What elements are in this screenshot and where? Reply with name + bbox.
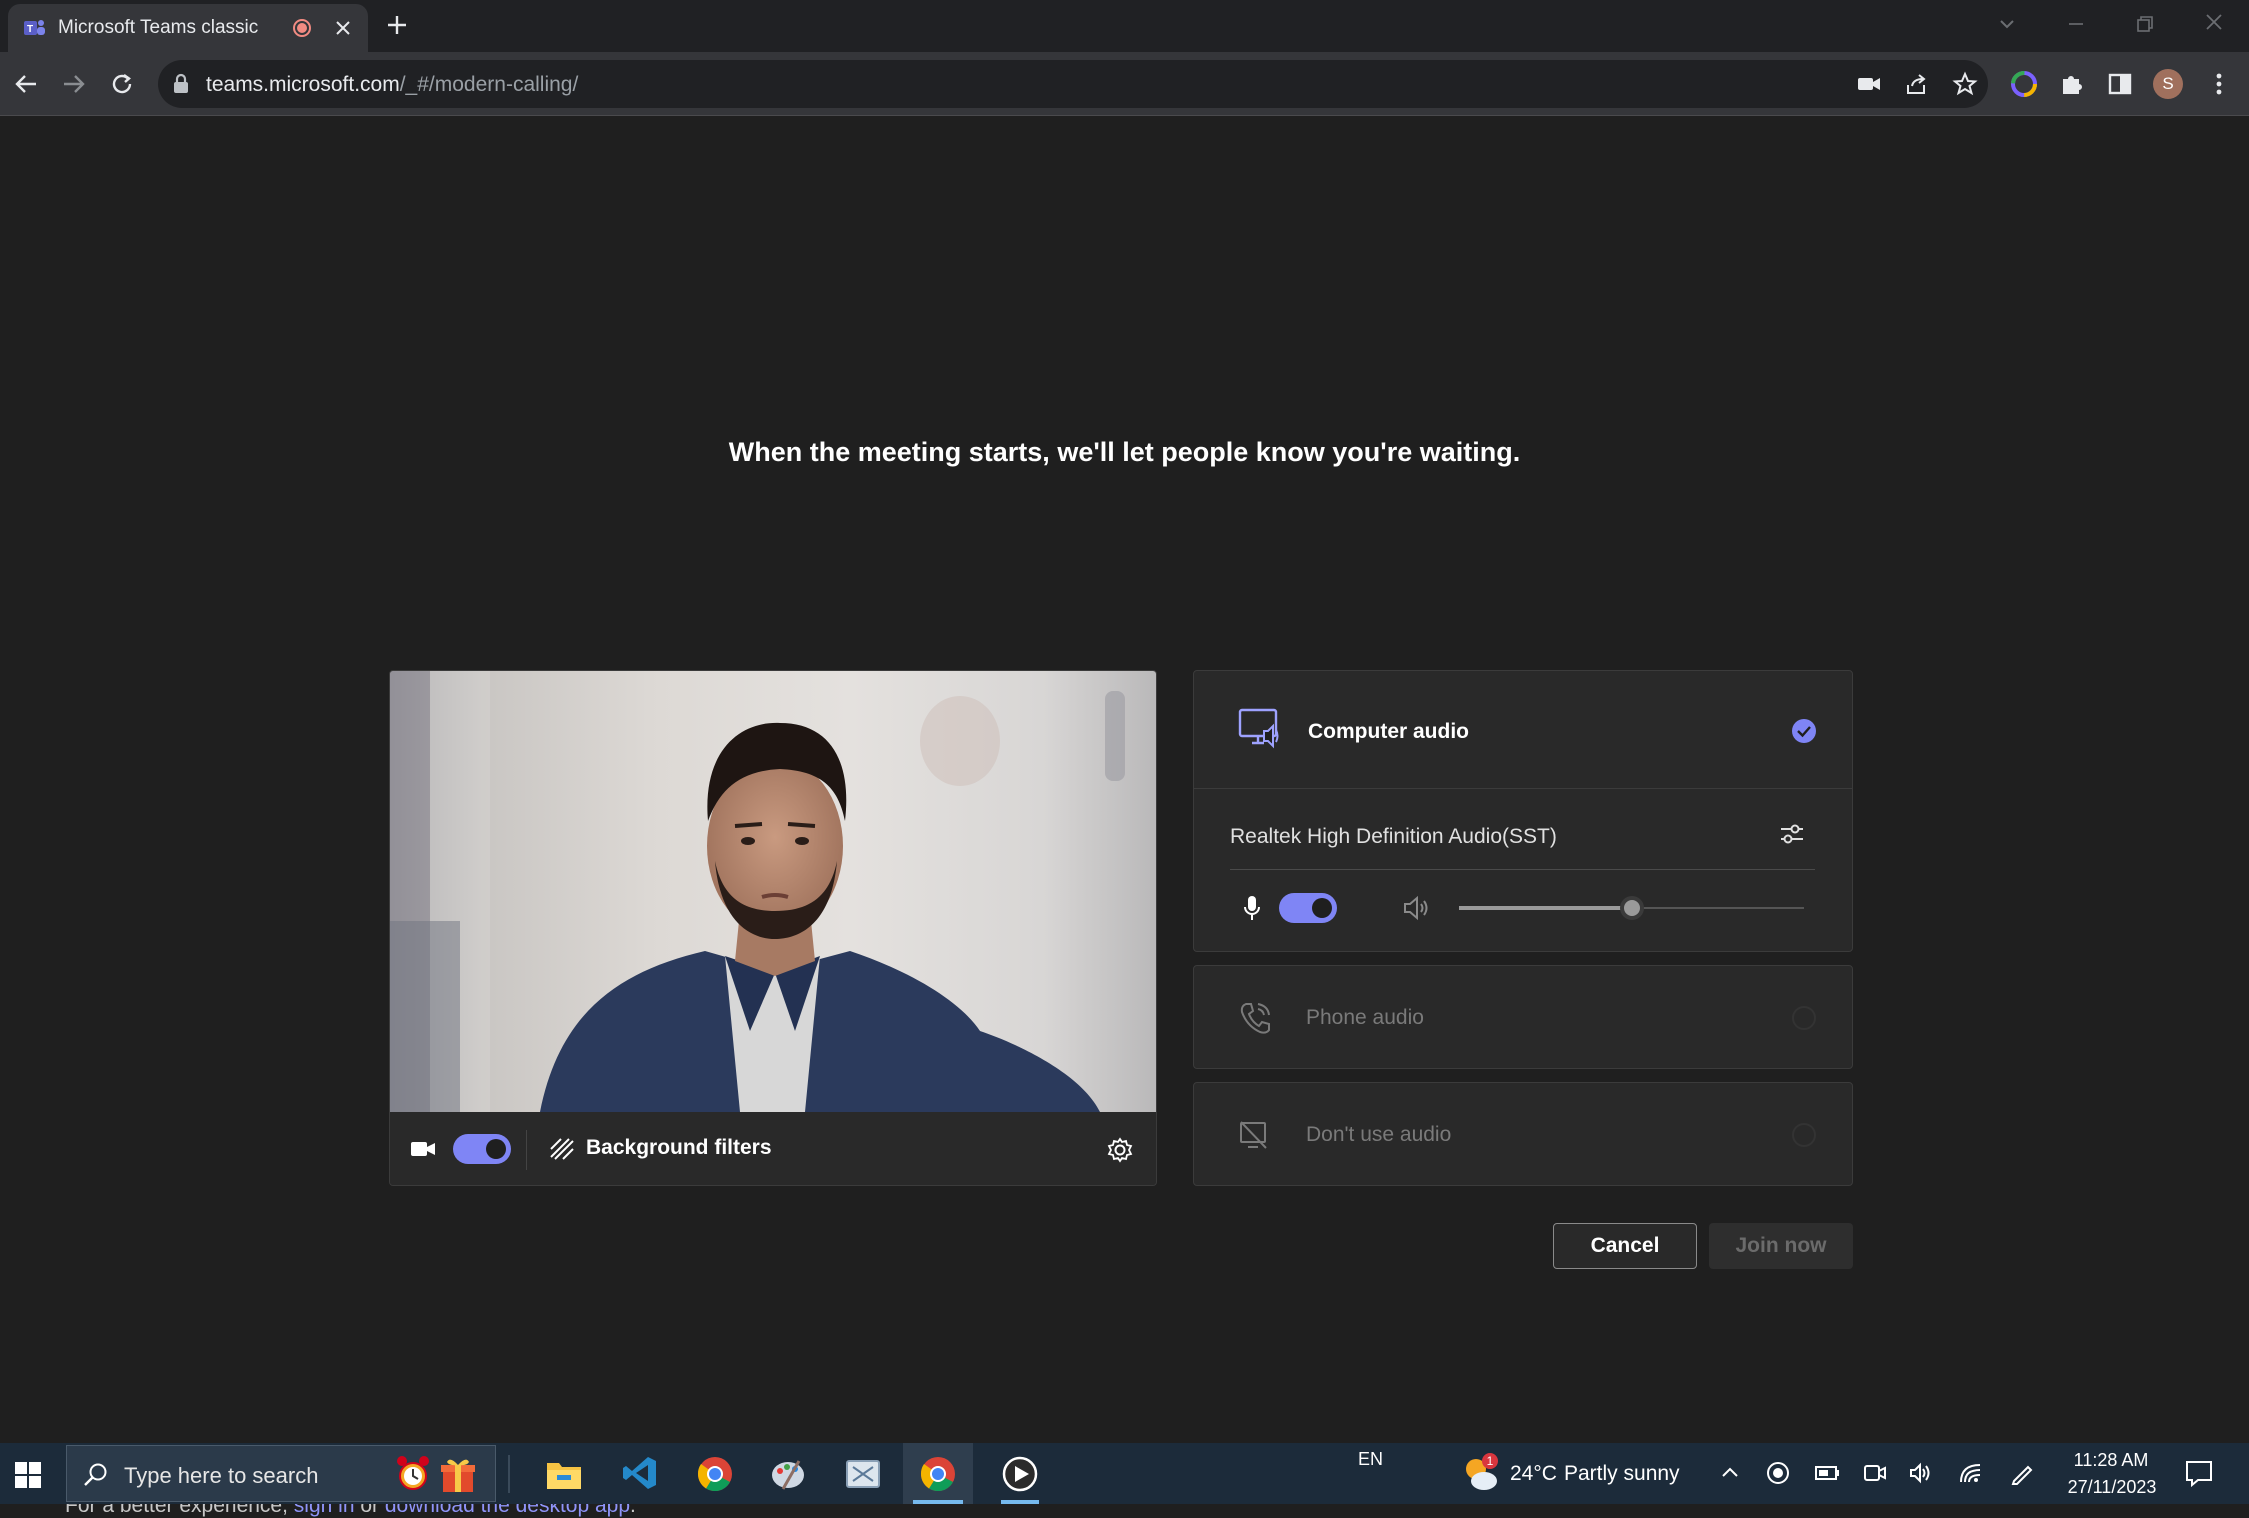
camera-icon: [410, 1138, 436, 1160]
input-language[interactable]: EN: [1358, 1449, 1383, 1470]
back-arrow-icon[interactable]: [12, 70, 40, 98]
gift-icon[interactable]: [440, 1456, 476, 1494]
color-extension-icon[interactable]: [2010, 70, 2038, 98]
forward-arrow-icon[interactable]: [60, 70, 88, 98]
meet-now-icon[interactable]: [1862, 1461, 1888, 1485]
taskbar-search-box[interactable]: Type here to search: [66, 1445, 496, 1502]
camera-preview: [390, 671, 1156, 1112]
running-indicator: [1001, 1500, 1039, 1504]
browser-toolbar: teams.microsoft.com/_#/modern-calling/ S: [0, 52, 2249, 116]
search-icon: [83, 1462, 109, 1488]
microphone-toggle[interactable]: [1279, 893, 1337, 923]
browser-tab[interactable]: T Microsoft Teams classic: [8, 4, 368, 52]
chrome-icon[interactable]: [696, 1455, 734, 1493]
no-audio-label: Don't use audio: [1306, 1123, 1452, 1146]
no-audio-option[interactable]: Don't use audio: [1193, 1082, 1853, 1186]
minimize-window-icon[interactable]: [2064, 12, 2088, 36]
computer-audio-label: Computer audio: [1308, 720, 1469, 743]
camera-preview-image: [390, 671, 1125, 1112]
url-text[interactable]: teams.microsoft.com/_#/modern-calling/: [206, 73, 578, 97]
notifications-icon[interactable]: [2184, 1459, 2214, 1487]
weather-badge: 1: [1482, 1453, 1498, 1469]
new-tab-icon[interactable]: [385, 13, 409, 37]
address-bar[interactable]: teams.microsoft.com/_#/modern-calling/: [158, 60, 1988, 108]
tab-search-icon[interactable]: [1995, 12, 2019, 36]
alarm-clock-icon[interactable]: [395, 1454, 431, 1494]
url-host: teams.microsoft.com: [206, 73, 400, 96]
chrome-menu-icon[interactable]: [2205, 70, 2233, 98]
extensions-puzzle-icon[interactable]: [2058, 70, 2086, 98]
share-icon[interactable]: [1904, 72, 1930, 96]
battery-icon[interactable]: [1814, 1461, 1840, 1485]
record-indicator-icon[interactable]: [1766, 1461, 1790, 1485]
camera-toggle[interactable]: [453, 1134, 511, 1164]
restore-window-icon[interactable]: [2133, 12, 2157, 36]
join-now-button[interactable]: Join now: [1709, 1223, 1853, 1269]
browser-tab-strip: T Microsoft Teams classic: [0, 0, 2249, 52]
media-player-icon: [1001, 1455, 1039, 1493]
search-placeholder: Type here to search: [124, 1463, 319, 1488]
computer-audio-icon: [1238, 707, 1282, 751]
phone-audio-label: Phone audio: [1306, 1006, 1424, 1029]
speaker-volume-slider[interactable]: [1459, 896, 1804, 920]
network-icon[interactable]: [1958, 1461, 1984, 1485]
windows-taskbar: Type here to search EN 1 24°C Partly sun…: [0, 1443, 2249, 1504]
reload-icon[interactable]: [108, 70, 136, 98]
tab-title: Microsoft Teams classic: [58, 17, 259, 38]
computer-audio-option[interactable]: Computer audio Realtek High Definition A…: [1193, 670, 1853, 952]
vscode-icon[interactable]: [622, 1455, 658, 1491]
device-settings-gear-icon[interactable]: [1106, 1136, 1134, 1164]
volume-slider-thumb[interactable]: [1619, 896, 1644, 920]
background-filters-icon[interactable]: [549, 1137, 575, 1161]
phone-audio-option[interactable]: Phone audio: [1193, 965, 1853, 1069]
pen-icon[interactable]: [2010, 1461, 2036, 1485]
teams-favicon-icon: T: [22, 17, 46, 39]
clock-date[interactable]: 27/11/2023: [2062, 1477, 2162, 1498]
active-indicator: [913, 1500, 963, 1504]
camera-in-use-icon[interactable]: [1856, 72, 1882, 96]
audio-device-name: Realtek High Definition Audio(SST): [1230, 825, 1557, 848]
paint-app-icon[interactable]: [769, 1455, 807, 1493]
divider: [526, 1130, 527, 1170]
url-path: /_#/modern-calling/: [399, 73, 579, 96]
side-panel-icon[interactable]: [2106, 70, 2134, 98]
close-window-icon[interactable]: [2202, 10, 2226, 34]
audio-off-icon: [1238, 1119, 1270, 1151]
volume-icon[interactable]: [1908, 1461, 1934, 1485]
clock-time[interactable]: 11:28 AM: [2066, 1450, 2156, 1471]
active-chrome-taskbar-item[interactable]: [903, 1443, 973, 1504]
weather-temperature[interactable]: 24°C: [1510, 1462, 1557, 1486]
video-preview-card: Background filters: [389, 670, 1157, 1186]
phone-icon: [1238, 1000, 1272, 1036]
bookmark-star-icon[interactable]: [1952, 71, 1978, 97]
svg-text:T: T: [27, 24, 33, 35]
page-heading: When the meeting starts, we'll let peopl…: [728, 437, 1521, 467]
microphone-icon: [1242, 894, 1262, 922]
divider: [1230, 869, 1815, 870]
speaker-volume-icon: [1402, 894, 1432, 922]
media-player-taskbar-item[interactable]: [985, 1443, 1055, 1504]
windows-start-icon[interactable]: [14, 1461, 42, 1489]
background-filters-button[interactable]: Background filters: [586, 1136, 772, 1160]
snipping-tool-icon[interactable]: [845, 1457, 881, 1491]
teams-prejoin-page: When the meeting starts, we'll let peopl…: [0, 117, 2249, 1517]
close-tab-icon[interactable]: [333, 18, 353, 38]
chrome-icon: [919, 1455, 957, 1493]
file-explorer-icon[interactable]: [545, 1457, 583, 1491]
lock-icon[interactable]: [172, 73, 190, 95]
selected-check-icon[interactable]: [1791, 718, 1817, 744]
computer-audio-header[interactable]: Computer audio: [1194, 671, 1852, 789]
cancel-button[interactable]: Cancel: [1553, 1223, 1697, 1269]
audio-device-settings-icon[interactable]: [1778, 820, 1806, 848]
volume-slider-fill: [1459, 906, 1632, 910]
profile-avatar[interactable]: S: [2153, 69, 2183, 99]
taskbar-divider: [508, 1455, 510, 1493]
video-controls-bar: Background filters: [390, 1112, 1156, 1185]
unselected-radio-icon[interactable]: [1791, 1005, 1817, 1031]
weather-description[interactable]: Partly sunny: [1564, 1462, 1680, 1486]
recording-indicator-icon: [292, 18, 312, 38]
show-hidden-icons-chevron-icon[interactable]: [1718, 1461, 1742, 1485]
unselected-radio-icon[interactable]: [1791, 1122, 1817, 1148]
